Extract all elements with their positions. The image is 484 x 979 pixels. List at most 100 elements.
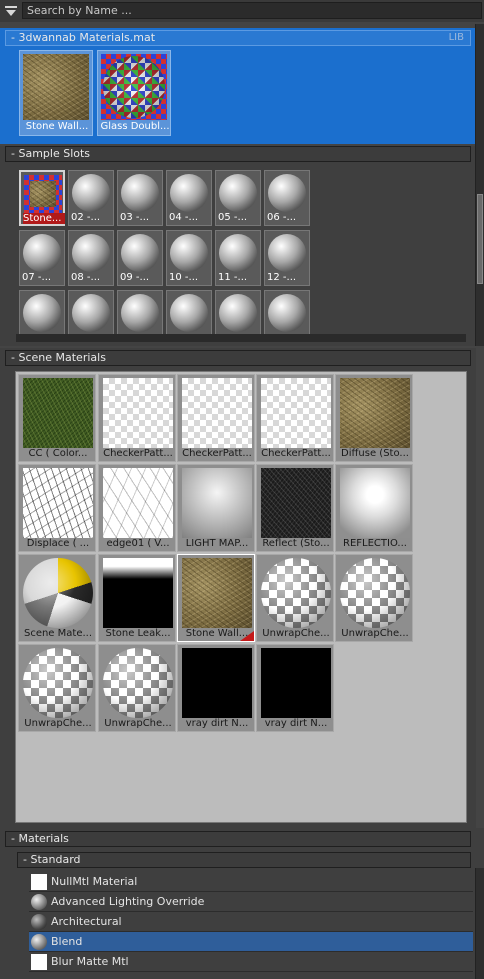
material-item-advanced-lighting[interactable]: Advanced Lighting Override — [29, 892, 473, 912]
search-bar — [0, 0, 484, 22]
horizontal-scrollbar[interactable] — [16, 334, 466, 342]
noise-thumbnail — [103, 468, 173, 538]
reflection-thumbnail — [340, 468, 410, 538]
sample-slot[interactable]: 10 -... — [166, 230, 212, 286]
stone-cube-thumbnail — [24, 175, 62, 213]
vray-dirt-thumbnail — [261, 648, 331, 718]
search-input[interactable] — [22, 2, 482, 19]
sample-slot[interactable]: 04 -... — [166, 170, 212, 226]
scene-material-label: Reflect (Sto... — [262, 538, 330, 549]
library-title: 3dwannab Materials.mat — [18, 31, 156, 44]
sample-slot[interactable] — [264, 290, 310, 338]
sample-slot[interactable]: 03 -... — [117, 170, 163, 226]
library-header[interactable]: - 3dwannab Materials.mat LIB — [5, 30, 471, 46]
material-item-blend[interactable]: Blend — [29, 932, 473, 952]
scrollbar-thumb[interactable] — [477, 194, 483, 284]
sample-slot[interactable]: 09 -... — [117, 230, 163, 286]
vray-dirt-thumbnail — [182, 648, 252, 718]
sample-slots-panel: - Sample Slots Stone... 02 -... 03 -... … — [0, 146, 476, 346]
vertical-scrollbar[interactable] — [475, 24, 484, 346]
sample-slot-label: 06 -... — [267, 212, 297, 223]
library-badge: LIB — [448, 32, 464, 43]
sample-slot[interactable]: Stone... — [19, 170, 65, 226]
sample-slot[interactable] — [117, 290, 163, 338]
scene-material-tile[interactable]: LIGHT MAP... — [177, 464, 255, 552]
scene-material-tile[interactable]: vray dirt N... — [177, 644, 255, 732]
scene-material-tile[interactable]: Stone Wall... — [177, 554, 255, 642]
sample-slot-label: 02 -... — [71, 212, 101, 223]
scene-material-tile[interactable]: vray dirt N... — [256, 644, 334, 732]
lightmap-thumbnail — [182, 468, 252, 538]
scene-material-tile[interactable]: CheckerPatt... — [256, 374, 334, 462]
checker-thumbnail — [182, 378, 252, 448]
sphere-icon — [31, 894, 47, 910]
scene-material-tile[interactable]: UnwrapChe... — [18, 644, 96, 732]
scene-material-tile[interactable]: UnwrapChe... — [256, 554, 334, 642]
options-menu-icon[interactable] — [4, 5, 18, 17]
library-item-stone-wall[interactable]: Stone Wall... — [19, 50, 93, 136]
material-item-nullmtl[interactable]: NullMtl Material — [29, 872, 473, 892]
scene-material-tile[interactable]: UnwrapChe... — [98, 644, 176, 732]
scene-material-tile[interactable]: UnwrapChe... — [335, 554, 413, 642]
scene-material-label: CC ( Color... — [28, 448, 88, 459]
scene-materials-header[interactable]: - Scene Materials — [5, 350, 471, 366]
materials-panel: - Materials - Standard NullMtl Material … — [0, 828, 484, 979]
standard-group-header[interactable]: - Standard — [17, 852, 471, 868]
sample-slot[interactable]: 08 -... — [68, 230, 114, 286]
material-item-label: Blur Matte Mtl — [51, 955, 129, 968]
material-item-label: Architectural — [51, 915, 122, 928]
sphere-icon — [31, 914, 47, 930]
sphere-icon — [121, 174, 159, 212]
scene-material-tile[interactable]: Reflect (Sto... — [256, 464, 334, 552]
scene-material-label: vray dirt N... — [185, 718, 249, 729]
material-item-blur-matte[interactable]: Blur Matte Mtl — [29, 952, 473, 972]
material-item-label: NullMtl Material — [51, 875, 138, 888]
sample-slot[interactable] — [215, 290, 261, 338]
scene-material-label: CheckerPatt... — [261, 448, 331, 459]
scene-material-tile[interactable]: edge01 ( V... — [98, 464, 176, 552]
sample-slots-header[interactable]: - Sample Slots — [5, 146, 471, 162]
scene-material-tile[interactable]: Displace ( ... — [18, 464, 96, 552]
library-item-label: Glass Doubl... — [100, 121, 170, 132]
sphere-icon — [72, 294, 110, 332]
materials-scrollbar[interactable] — [475, 868, 484, 979]
checker-thumbnail — [103, 378, 173, 448]
sample-slot[interactable] — [19, 290, 65, 338]
sample-slot-label: 09 -... — [120, 272, 150, 283]
sample-slot-label: 07 -... — [22, 272, 52, 283]
scene-material-tile[interactable]: CheckerPatt... — [177, 374, 255, 462]
scene-material-label: UnwrapChe... — [341, 628, 409, 639]
sphere-icon — [268, 294, 306, 332]
library-panel: - 3dwannab Materials.mat LIB Stone Wall.… — [0, 28, 476, 144]
scene-materials-title: Scene Materials — [18, 351, 106, 364]
sample-slot[interactable]: 05 -... — [215, 170, 261, 226]
scene-material-label: Stone Wall... — [185, 628, 249, 639]
library-item-glass[interactable]: Glass Doubl... — [97, 50, 171, 136]
scene-material-tile[interactable]: CheckerPatt... — [98, 374, 176, 462]
sample-slot[interactable]: 11 -... — [215, 230, 261, 286]
sphere-icon — [170, 174, 208, 212]
material-item-architectural[interactable]: Architectural — [29, 912, 473, 932]
standard-group-title: Standard — [30, 853, 81, 866]
sample-slot[interactable]: 12 -... — [264, 230, 310, 286]
sphere-icon — [170, 234, 208, 272]
sphere-icon — [219, 294, 257, 332]
sphere-icon — [72, 234, 110, 272]
sample-slot[interactable]: 02 -... — [68, 170, 114, 226]
sample-slot[interactable]: 06 -... — [264, 170, 310, 226]
scene-material-tile[interactable]: Diffuse (Sto... — [335, 374, 413, 462]
sample-slot[interactable] — [166, 290, 212, 338]
sample-slot-label: 11 -... — [218, 272, 248, 283]
scene-material-tile[interactable]: Scene Mate... — [18, 554, 96, 642]
sphere-icon — [268, 174, 306, 212]
sphere-icon — [23, 234, 61, 272]
scene-material-tile[interactable]: CC ( Color... — [18, 374, 96, 462]
materials-header[interactable]: - Materials — [5, 831, 471, 847]
sample-slot[interactable]: 07 -... — [19, 230, 65, 286]
sample-slot-label: 10 -... — [169, 272, 199, 283]
scene-material-label: edge01 ( V... — [106, 538, 170, 549]
scene-material-tile[interactable]: Stone Leak... — [98, 554, 176, 642]
scene-material-label: Displace ( ... — [26, 538, 90, 549]
sample-slot[interactable] — [68, 290, 114, 338]
scene-material-tile[interactable]: REFLECTIO... — [335, 464, 413, 552]
